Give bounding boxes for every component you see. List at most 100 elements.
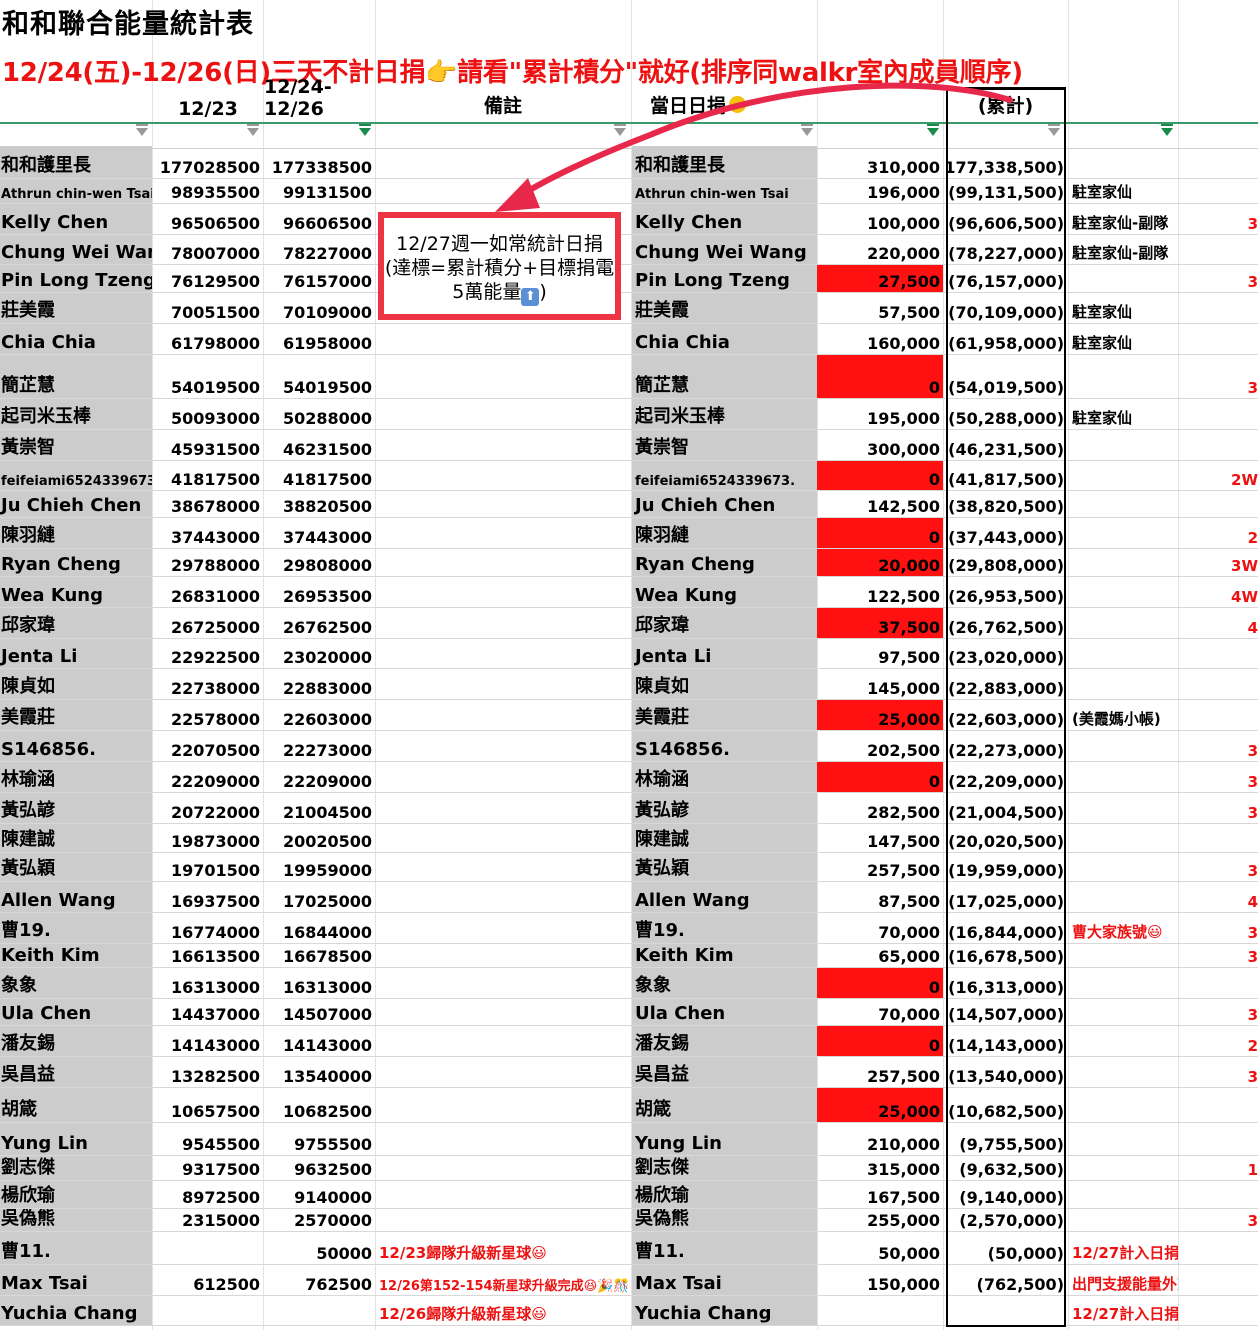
extra-cell[interactable]: 1 (1180, 1156, 1258, 1180)
member-name-cell[interactable]: Yuchia Chang (632, 1296, 817, 1325)
extra-cell[interactable] (1180, 968, 1258, 998)
daily-donation-cell[interactable] (817, 1296, 943, 1325)
remark-cell[interactable] (1070, 1209, 1178, 1231)
cumulative-cell[interactable]: (26,762,500) (944, 608, 1067, 638)
member-name-cell[interactable]: Kelly Chen (632, 204, 817, 234)
member-name-cell[interactable]: 楊欣瑜 (632, 1181, 817, 1208)
extra-cell[interactable] (1180, 824, 1258, 852)
extra-cell[interactable]: 3 (1180, 731, 1258, 761)
extra-cell[interactable]: 4 (1180, 882, 1258, 912)
value-1224-1226-cell[interactable]: 20020500 (264, 824, 375, 852)
daily-donation-cell[interactable]: 210,000 (817, 1123, 943, 1155)
remark-cell[interactable]: 12/27計入日捐 (1070, 1296, 1178, 1325)
member-name-cell[interactable]: Wea Kung (632, 577, 817, 607)
member-name-cell[interactable]: 林瑜涵 (632, 762, 817, 792)
daily-donation-cell[interactable]: 282,500 (817, 793, 943, 823)
value-1223-cell[interactable]: 9545500 (153, 1123, 263, 1155)
member-name-cell[interactable]: 邱家瑋 (632, 608, 817, 638)
member-name-cell[interactable]: Chia Chia (0, 324, 152, 354)
header-note[interactable]: 備註 (376, 87, 630, 122)
member-name-cell[interactable]: Chung Wei Wang (632, 235, 817, 264)
daily-donation-cell[interactable]: 142,500 (817, 491, 943, 517)
member-name-cell[interactable]: Athrun chin-wen Tsai (632, 179, 817, 203)
note-cell[interactable] (376, 700, 630, 730)
member-name-cell[interactable]: 陳羽縺 (632, 518, 817, 548)
member-name-cell[interactable]: 陳貞如 (632, 669, 817, 699)
note-cell[interactable] (376, 882, 630, 912)
member-name-cell[interactable]: 和和護里長 (632, 146, 817, 178)
value-1223-cell[interactable]: 37443000 (153, 518, 263, 548)
remark-cell[interactable] (1070, 461, 1178, 490)
value-1223-cell[interactable]: 16937500 (153, 882, 263, 912)
filter-active-icon[interactable] (359, 124, 371, 136)
member-name-cell[interactable]: 曹19. (632, 913, 817, 943)
note-cell[interactable]: 12/26歸隊升級新星球😃 (376, 1296, 630, 1325)
extra-cell[interactable]: 2 (1180, 1026, 1258, 1056)
value-1223-cell[interactable]: 22922500 (153, 639, 263, 668)
member-name-cell[interactable]: 潘友錫 (632, 1026, 817, 1056)
member-name-cell[interactable]: Ju Chieh Chen (632, 491, 817, 517)
note-cell[interactable] (376, 669, 630, 699)
value-1223-cell[interactable]: 78007000 (153, 235, 263, 264)
daily-donation-cell[interactable]: 257,500 (817, 853, 943, 881)
note-cell[interactable] (376, 999, 630, 1025)
cumulative-cell[interactable]: (21,004,500) (944, 793, 1067, 823)
note-cell[interactable] (376, 461, 630, 490)
member-name-cell[interactable]: Pin Long Tzeng (632, 265, 817, 292)
extra-cell[interactable] (1180, 293, 1258, 323)
daily-donation-cell[interactable]: 255,000 (817, 1209, 943, 1231)
remark-cell[interactable] (1070, 882, 1178, 912)
member-name-cell[interactable]: feifeiami6524339673. (632, 461, 817, 490)
member-name-cell[interactable]: 曹11. (0, 1232, 152, 1264)
cumulative-cell[interactable]: (17,025,000) (944, 882, 1067, 912)
value-1224-1226-cell[interactable]: 78227000 (264, 235, 375, 264)
member-name-cell[interactable]: 曹19. (0, 913, 152, 943)
daily-donation-cell[interactable]: 20,000 (817, 549, 943, 576)
daily-donation-cell[interactable]: 202,500 (817, 731, 943, 761)
cumulative-cell[interactable]: (99,131,500) (944, 179, 1067, 203)
extra-cell[interactable]: 3 (1180, 853, 1258, 881)
member-name-cell[interactable]: S146856. (632, 731, 817, 761)
daily-donation-cell[interactable]: 300,000 (817, 430, 943, 460)
member-name-cell[interactable]: 象象 (632, 968, 817, 998)
remark-cell[interactable]: 駐室家仙 (1070, 324, 1178, 354)
value-1224-1226-cell[interactable]: 41817500 (264, 461, 375, 490)
cumulative-cell[interactable]: (14,507,000) (944, 999, 1067, 1025)
value-1223-cell[interactable]: 177028500 (153, 146, 263, 178)
value-1224-1226-cell[interactable]: 76157000 (264, 265, 375, 292)
extra-cell[interactable]: 3 (1180, 265, 1258, 292)
remark-cell[interactable] (1070, 762, 1178, 792)
cumulative-cell[interactable]: (41,817,500) (944, 461, 1067, 490)
daily-donation-cell[interactable]: 70,000 (817, 999, 943, 1025)
value-1223-cell[interactable]: 22738000 (153, 669, 263, 699)
cumulative-cell[interactable]: (78,227,000) (944, 235, 1067, 264)
remark-cell[interactable] (1070, 491, 1178, 517)
value-1223-cell[interactable]: 70051500 (153, 293, 263, 323)
member-name-cell[interactable]: 黃弘諺 (632, 793, 817, 823)
daily-donation-cell[interactable]: 0 (817, 355, 943, 398)
extra-cell[interactable] (1180, 430, 1258, 460)
note-cell[interactable] (376, 853, 630, 881)
filter-icon[interactable] (801, 124, 813, 136)
value-1224-1226-cell[interactable]: 22273000 (264, 731, 375, 761)
member-name-cell[interactable]: 胡箴 (632, 1088, 817, 1122)
member-name-cell[interactable]: Yung Lin (0, 1123, 152, 1155)
note-cell[interactable] (376, 179, 630, 203)
member-name-cell[interactable]: 黃弘穎 (0, 853, 152, 881)
daily-donation-cell[interactable]: 220,000 (817, 235, 943, 264)
member-name-cell[interactable]: 美霞莊 (632, 700, 817, 730)
value-1223-cell[interactable]: 612500 (153, 1265, 263, 1295)
member-name-cell[interactable]: 吳昌益 (632, 1057, 817, 1087)
remark-cell[interactable] (1070, 146, 1178, 178)
extra-cell[interactable] (1180, 1265, 1258, 1295)
extra-cell[interactable] (1180, 235, 1258, 264)
note-cell[interactable] (376, 1026, 630, 1056)
value-1223-cell[interactable]: 2315000 (153, 1209, 263, 1231)
remark-cell[interactable]: 12/27計入日捐 (1070, 1232, 1178, 1264)
value-1224-1226-cell[interactable]: 54019500 (264, 355, 375, 398)
member-name-cell[interactable]: 吳偽熊 (632, 1209, 817, 1231)
note-cell[interactable] (376, 518, 630, 548)
note-cell[interactable]: 12/26第152-154新星球升級完成😆🎉🎊 (376, 1265, 630, 1295)
note-cell[interactable] (376, 1209, 630, 1231)
value-1223-cell[interactable]: 45931500 (153, 430, 263, 460)
